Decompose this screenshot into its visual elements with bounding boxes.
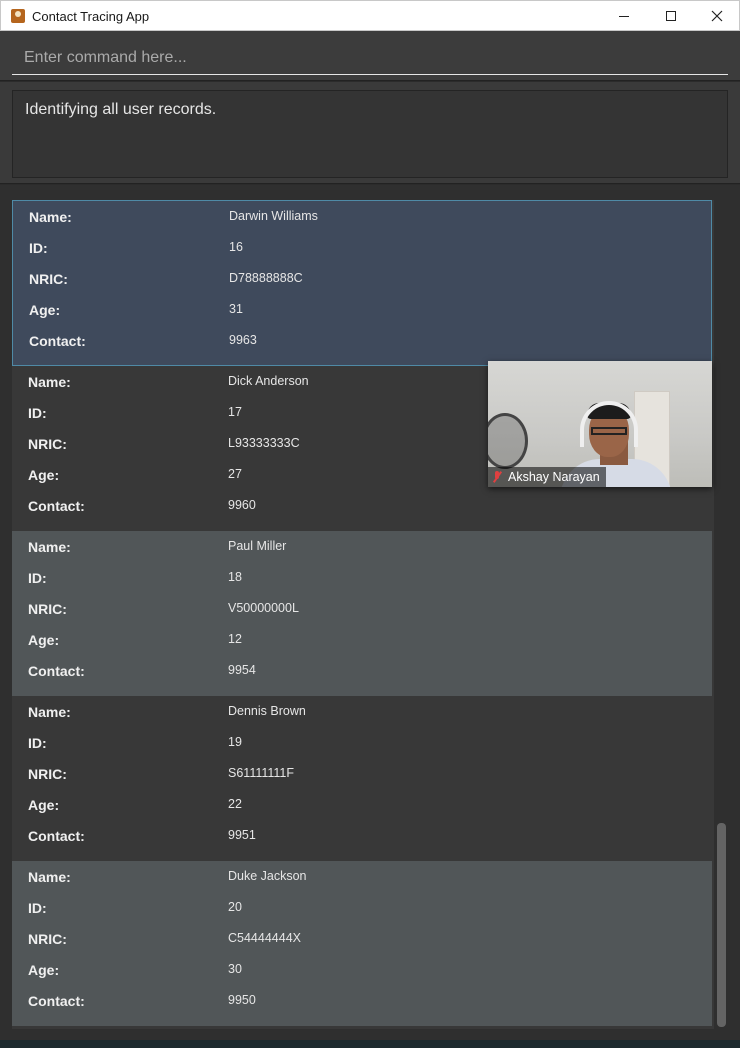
person-id: 20 [228,900,242,914]
field-label-name: Name: [28,704,71,720]
field-label-nric: NRIC: [28,931,67,947]
person-field-contact: Contact: 9950 [28,993,688,1013]
field-label-age: Age: [28,797,60,813]
minimize-button[interactable] [601,1,647,31]
participant-name: Akshay Narayan [508,470,600,484]
field-label-contact: Contact: [28,828,85,844]
person-age: 22 [228,797,242,811]
field-label-nric: NRIC: [28,766,67,782]
field-label-age: Age: [28,467,60,483]
field-label-nric: NRIC: [29,271,68,287]
video-fan [488,413,528,469]
scrollbar-thumb[interactable] [717,823,726,1027]
person-list[interactable]: Name: Darwin Williams ID: 16 NRIC: D78888888C… [12,200,714,1029]
video-person-headphones [580,401,638,447]
person-field-contact: Contact: 9963 [29,333,689,353]
person-list-panel: Name: Darwin Williams ID: 16 NRIC: D78888888C… [0,185,740,1048]
window-title: Contact Tracing App [32,9,150,24]
field-label-id: ID: [28,900,47,916]
person-name: Paul Miller [228,539,287,553]
field-label-name: Name: [28,374,71,390]
command-input[interactable] [12,41,728,75]
person-id: 17 [228,405,242,419]
person-card[interactable]: Name: Duke Jackson ID: 20 NRIC: C54444444X Age… [12,861,712,1026]
maximize-icon [666,11,676,21]
window-bottom-edge [0,1040,740,1048]
person-id: 18 [228,570,242,584]
field-label-id: ID: [28,570,47,586]
person-nric: D78888888C [229,271,303,285]
field-label-nric: NRIC: [28,601,67,617]
person-field-id: ID: 18 [28,570,688,590]
person-field-nric: NRIC: V50000000L [28,601,688,621]
field-label-age: Age: [29,302,61,318]
field-label-age: Age: [28,962,60,978]
close-icon [711,10,723,22]
person-name: Duke Jackson [228,869,307,883]
command-box [0,31,740,81]
person-field-nric: NRIC: S61111111F [28,766,688,786]
minimize-icon [619,15,629,17]
person-contact: 9950 [228,993,256,1007]
person-field-contact: Contact: 9960 [28,498,688,518]
person-nric: S61111111F [228,766,295,780]
maximize-button[interactable] [648,1,694,31]
person-field-contact: Contact: 9951 [28,828,688,848]
field-label-nric: NRIC: [28,436,67,452]
field-label-contact: Contact: [28,498,85,514]
person-name: Darwin Williams [229,209,318,223]
field-label-contact: Contact: [28,663,85,679]
person-field-age: Age: 30 [28,962,688,982]
person-nric: V50000000L [228,601,299,615]
person-contact: 9951 [228,828,256,842]
person-name: Dick Anderson [228,374,309,388]
field-label-name: Name: [28,539,71,555]
title-bar: Contact Tracing App [0,0,740,31]
result-display-panel: Identifying all user records. [0,82,740,184]
field-label-contact: Contact: [29,333,86,349]
person-field-name: Name: Paul Miller [28,539,688,559]
field-label-id: ID: [28,735,47,751]
person-age: 30 [228,962,242,976]
field-label-contact: Contact: [28,993,85,1009]
field-label-name: Name: [29,209,72,225]
person-contact: 9960 [228,498,256,512]
person-field-age: Age: 12 [28,632,688,652]
person-id: 19 [228,735,242,749]
person-nric: L93333333C [228,436,300,450]
field-label-name: Name: [28,869,71,885]
person-field-nric: NRIC: C54444444X [28,931,688,951]
person-field-age: Age: 22 [28,797,688,817]
person-card[interactable]: Name: Paul Miller ID: 18 NRIC: V50000000L Age:… [12,531,712,696]
close-button[interactable] [694,1,740,31]
person-age: 12 [228,632,242,646]
person-field-name: Name: Darwin Williams [29,209,689,229]
person-field-id: ID: 20 [28,900,688,920]
person-field-age: Age: 31 [29,302,689,322]
person-age: 31 [229,302,243,316]
person-field-id: ID: 16 [29,240,689,260]
video-call-overlay[interactable]: Akshay Narayan [488,361,712,487]
field-label-id: ID: [29,240,48,256]
person-nric: C54444444X [228,931,301,945]
result-display: Identifying all user records. [12,90,728,178]
person-card[interactable]: Name: Dennis Brown ID: 19 NRIC: S61111111F Age… [12,696,712,861]
person-field-name: Name: Dennis Brown [28,704,688,724]
muted-mic-icon [492,471,502,483]
participant-label: Akshay Narayan [488,467,606,487]
person-age: 27 [228,467,242,481]
field-label-id: ID: [28,405,47,421]
person-field-id: ID: 19 [28,735,688,755]
person-name: Dennis Brown [228,704,306,718]
person-id: 16 [229,240,243,254]
app-icon [11,9,25,23]
person-contact: 9954 [228,663,256,677]
person-field-name: Name: Duke Jackson [28,869,688,889]
person-contact: 9963 [229,333,257,347]
person-field-contact: Contact: 9954 [28,663,688,683]
field-label-age: Age: [28,632,60,648]
person-field-nric: NRIC: D78888888C [29,271,689,291]
person-card[interactable]: Name: Darwin Williams ID: 16 NRIC: D78888888C… [12,200,712,366]
